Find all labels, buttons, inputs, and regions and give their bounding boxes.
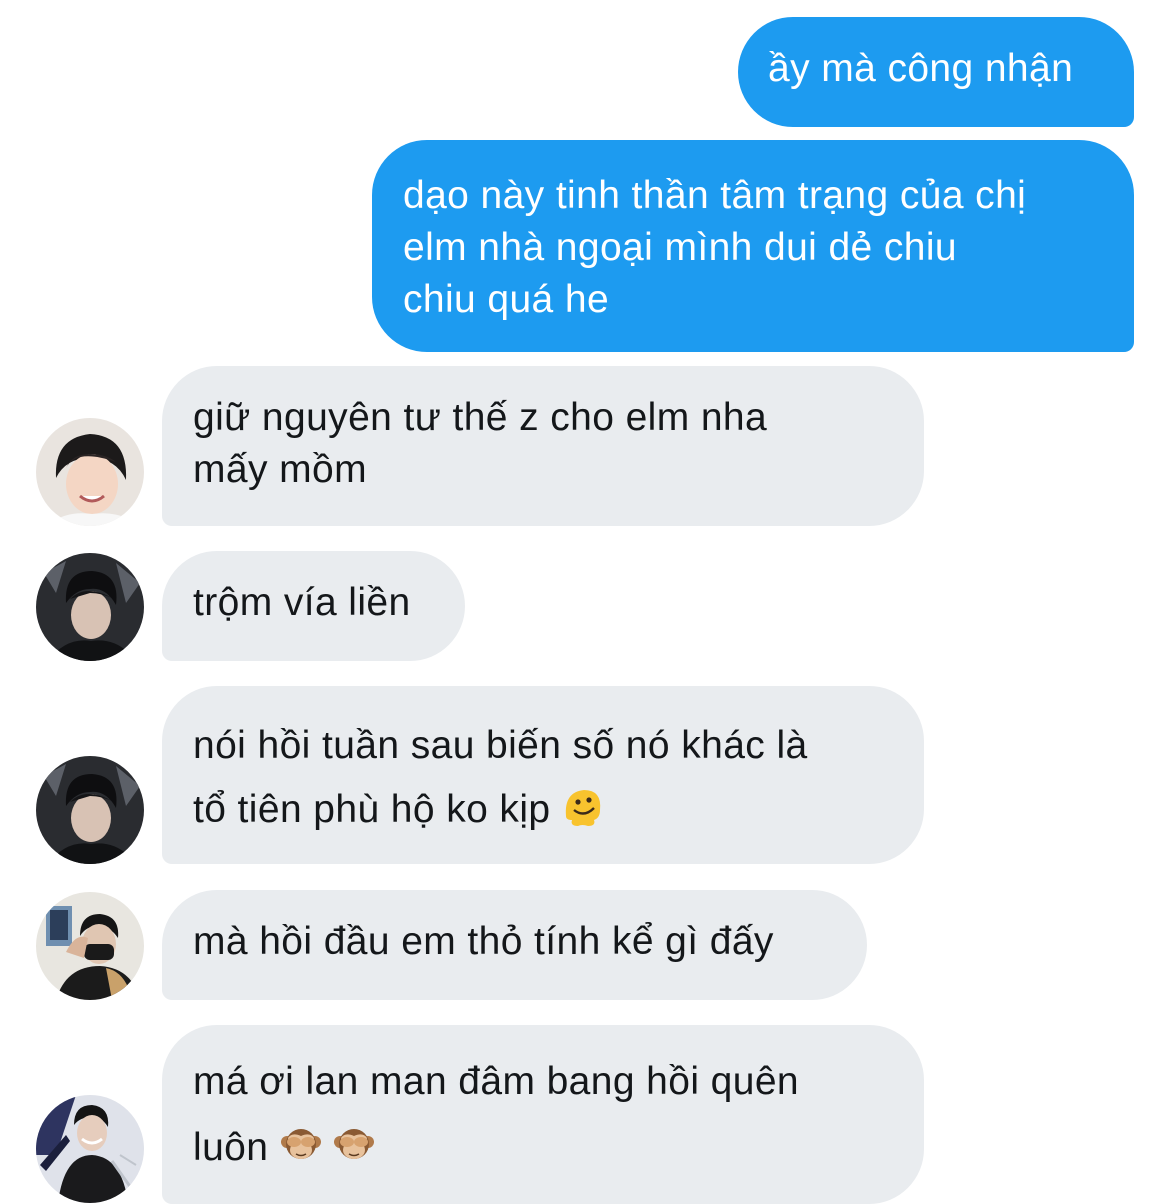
message-line: nói hồi tuần sau biến số nó khác là — [193, 724, 808, 767]
see-no-evil-monkey-emoji — [280, 1124, 322, 1166]
message-line: má ơi lan man đâm bang hồi quên — [193, 1060, 800, 1103]
avatar[interactable] — [36, 1095, 144, 1203]
incoming-message-bubble[interactable]: trộm vía liền — [162, 551, 465, 661]
avatar-image — [36, 1095, 144, 1203]
message-line: elm nhà ngoại mình dui dẻ chiu — [403, 226, 958, 269]
message-text: ầy mà công nhận — [768, 47, 1074, 90]
avatar-image — [36, 553, 144, 661]
avatar[interactable] — [36, 892, 144, 1000]
outgoing-message-bubble[interactable]: ầy mà công nhận — [738, 17, 1134, 127]
message-line: luôn — [193, 1115, 893, 1181]
avatar-image — [36, 892, 144, 1000]
outgoing-message-bubble[interactable]: dạo này tinh thần tâm trạng của chị elm … — [372, 140, 1134, 352]
incoming-message-bubble[interactable]: nói hồi tuần sau biến số nó khác là tổ t… — [162, 686, 924, 864]
message-line: dạo này tinh thần tâm trạng của chị — [403, 174, 1027, 217]
see-no-evil-monkey-emoji — [333, 1124, 375, 1166]
message-line: mấy mồm — [193, 448, 367, 491]
avatar[interactable] — [36, 756, 144, 864]
message-line: chiu quá he — [403, 278, 610, 321]
message-text: tổ tiên phù hộ ko kịp — [193, 788, 551, 831]
message-line: tổ tiên phù hộ ko kịp — [193, 778, 893, 842]
avatar-image — [36, 756, 144, 864]
melting-face-emoji — [562, 786, 604, 828]
message-text: mà hồi đầu em thỏ tính kể gì đấy — [193, 920, 774, 963]
incoming-message-bubble[interactable]: mà hồi đầu em thỏ tính kể gì đấy — [162, 890, 867, 1000]
message-text: luôn — [193, 1126, 269, 1169]
message-text: trộm vía liền — [193, 581, 411, 624]
incoming-message-bubble[interactable]: má ơi lan man đâm bang hồi quên luôn — [162, 1025, 924, 1204]
incoming-message-bubble[interactable]: giữ nguyên tư thế z cho elm nha mấy mồm — [162, 366, 924, 526]
message-line: giữ nguyên tư thế z cho elm nha — [193, 396, 768, 439]
avatar[interactable] — [36, 418, 144, 526]
avatar-image — [36, 418, 144, 526]
avatar[interactable] — [36, 553, 144, 661]
